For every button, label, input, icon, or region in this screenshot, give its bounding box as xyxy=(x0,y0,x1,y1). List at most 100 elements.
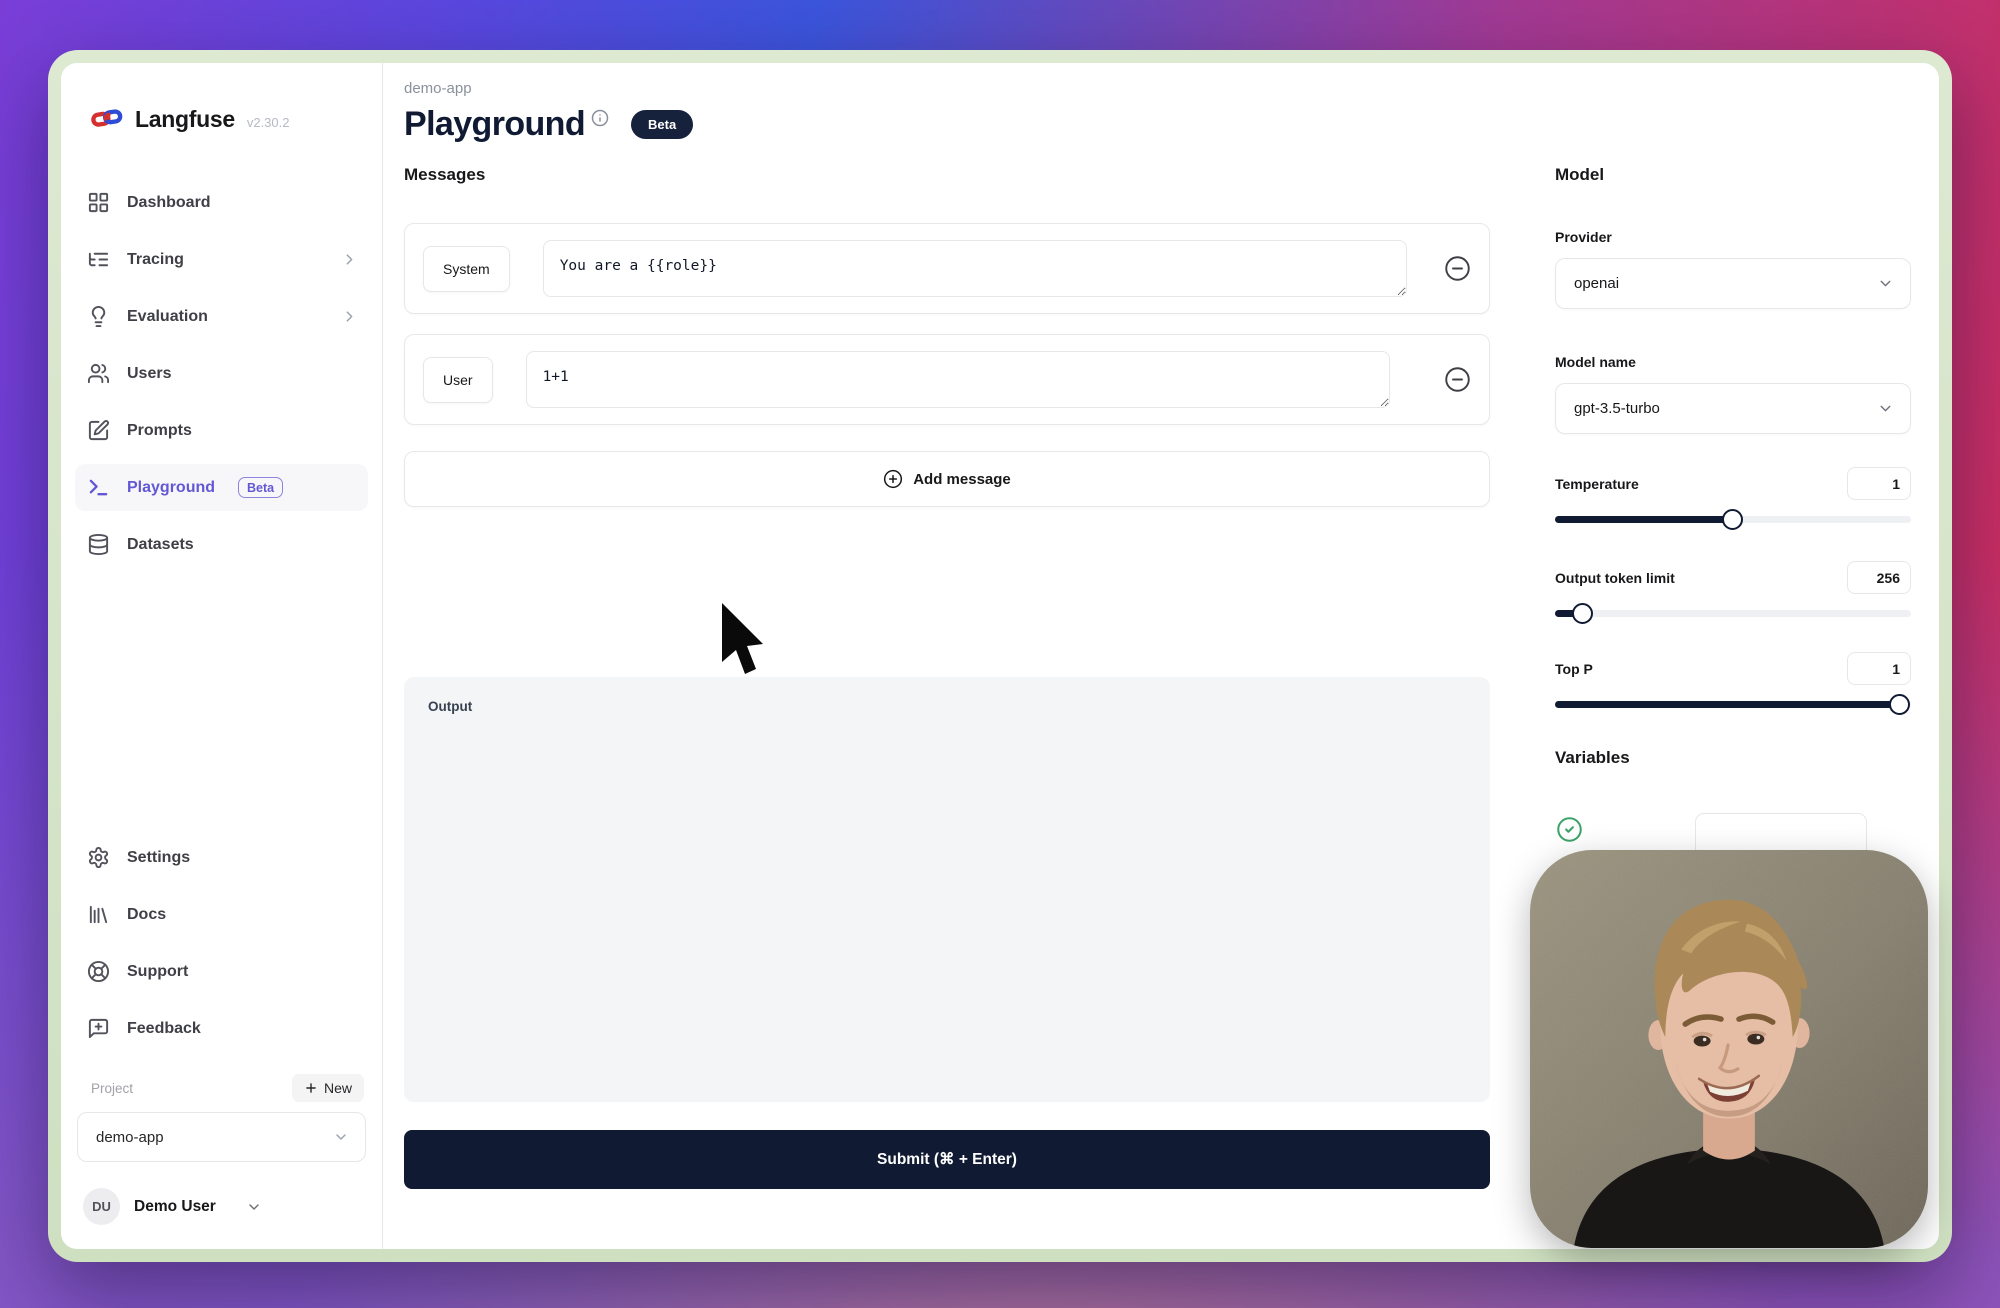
breadcrumb[interactable]: demo-app xyxy=(404,80,1911,97)
webcam-overlay xyxy=(1530,850,1928,1248)
sidebar-item-users[interactable]: Users xyxy=(75,350,368,397)
top-p-row: Top P xyxy=(1555,652,1911,685)
remove-message-button[interactable] xyxy=(1444,366,1471,393)
provider-select[interactable]: openai xyxy=(1555,258,1911,309)
temperature-row: Temperature xyxy=(1555,467,1911,500)
sidebar-item-label: Playground xyxy=(127,479,215,497)
provider-value: openai xyxy=(1574,275,1619,292)
top-p-label: Top P xyxy=(1555,661,1593,677)
sidebar-item-label: Dashboard xyxy=(127,194,211,212)
slider-fill xyxy=(1555,516,1733,523)
users-icon xyxy=(87,362,110,385)
sidebar-item-label: Tracing xyxy=(127,251,184,269)
sidebar-footer-nav: Settings Docs Support Feedback xyxy=(75,834,368,1052)
messages-heading: Messages xyxy=(404,165,1490,185)
project-selected-value: demo-app xyxy=(96,1129,164,1146)
minus-circle-icon xyxy=(1444,255,1471,282)
project-row: Project New xyxy=(91,1074,364,1102)
minus-circle-icon xyxy=(1444,366,1471,393)
variables-heading: Variables xyxy=(1555,748,1911,768)
plus-icon xyxy=(304,1081,318,1095)
project-label: Project xyxy=(91,1081,133,1096)
avatar: DU xyxy=(83,1188,120,1225)
app-version: v2.30.2 xyxy=(247,115,290,130)
slider-thumb[interactable] xyxy=(1722,509,1743,530)
message-row-system: System You are a {{role}} xyxy=(404,223,1490,314)
sidebar-nav: Dashboard Tracing Evaluation User xyxy=(75,179,368,568)
sidebar-item-playground[interactable]: Playground Beta xyxy=(75,464,368,511)
playground-terminal-icon xyxy=(87,476,110,499)
slider-thumb[interactable] xyxy=(1889,694,1910,715)
sidebar-item-docs[interactable]: Docs xyxy=(75,891,368,938)
sidebar-item-feedback[interactable]: Feedback xyxy=(75,1005,368,1052)
user-name: Demo User xyxy=(134,1198,216,1216)
top-p-value-input[interactable] xyxy=(1847,652,1911,685)
submit-button[interactable]: Submit (⌘ + Enter) xyxy=(404,1130,1490,1189)
new-project-label: New xyxy=(324,1080,352,1096)
sidebar-item-label: Prompts xyxy=(127,422,192,440)
tracing-icon xyxy=(87,248,110,271)
sidebar-item-label: Support xyxy=(127,963,188,981)
output-token-limit-label: Output token limit xyxy=(1555,570,1675,586)
output-token-limit-slider[interactable] xyxy=(1555,603,1911,624)
datasets-icon xyxy=(87,533,110,556)
sidebar-item-label: Evaluation xyxy=(127,308,208,326)
gear-icon xyxy=(87,846,110,869)
chevron-right-icon xyxy=(341,308,358,325)
sidebar-item-dashboard[interactable]: Dashboard xyxy=(75,179,368,226)
sidebar-item-label: Users xyxy=(127,365,171,383)
output-label: Output xyxy=(428,699,1466,714)
sidebar-spacer xyxy=(75,568,368,834)
remove-message-button[interactable] xyxy=(1444,255,1471,282)
message-content-input[interactable]: You are a {{role}} xyxy=(543,240,1407,297)
role-button[interactable]: System xyxy=(423,246,510,292)
model-name-label: Model name xyxy=(1555,354,1911,370)
messages-column: Messages System You are a {{role}} User … xyxy=(404,165,1490,1189)
message-square-plus-icon xyxy=(87,1017,110,1040)
provider-label: Provider xyxy=(1555,229,1911,245)
chevron-down-icon xyxy=(1877,275,1894,292)
check-circle-icon xyxy=(1556,816,1583,843)
output-token-limit-value-input[interactable] xyxy=(1847,561,1911,594)
plus-circle-icon xyxy=(883,469,903,489)
sidebar-item-prompts[interactable]: Prompts xyxy=(75,407,368,454)
message-content-input[interactable]: 1+1 xyxy=(526,351,1390,408)
temperature-value-input[interactable] xyxy=(1847,467,1911,500)
output-panel: Output xyxy=(404,677,1490,1102)
role-button[interactable]: User xyxy=(423,357,493,403)
sidebar-item-datasets[interactable]: Datasets xyxy=(75,521,368,568)
slider-fill xyxy=(1555,701,1900,708)
add-message-button[interactable]: Add message xyxy=(404,451,1490,507)
sidebar-item-label: Datasets xyxy=(127,536,194,554)
output-token-limit-row: Output token limit xyxy=(1555,561,1911,594)
new-project-button[interactable]: New xyxy=(292,1074,364,1102)
beta-badge-outline: Beta xyxy=(238,477,283,498)
temperature-slider[interactable] xyxy=(1555,509,1911,530)
project-select[interactable]: demo-app xyxy=(77,1112,366,1162)
sidebar-item-label: Settings xyxy=(127,849,190,867)
info-icon[interactable] xyxy=(591,109,609,127)
sidebar-item-support[interactable]: Support xyxy=(75,948,368,995)
user-menu[interactable]: DU Demo User xyxy=(83,1188,368,1225)
langfuse-logo-icon xyxy=(91,107,123,131)
page-title: Playground xyxy=(404,105,585,144)
presenter-video xyxy=(1530,850,1928,1248)
beta-badge: Beta xyxy=(631,110,693,139)
sidebar-item-label: Feedback xyxy=(127,1020,201,1038)
chevron-down-icon xyxy=(333,1129,349,1145)
screen-background: Langfuse v2.30.2 Dashboard Tracing xyxy=(0,0,2000,1308)
sidebar: Langfuse v2.30.2 Dashboard Tracing xyxy=(61,63,383,1249)
sidebar-item-tracing[interactable]: Tracing xyxy=(75,236,368,283)
sidebar-item-settings[interactable]: Settings xyxy=(75,834,368,881)
prompts-icon xyxy=(87,419,110,442)
model-name-select[interactable]: gpt-3.5-turbo xyxy=(1555,383,1911,434)
slider-track xyxy=(1555,610,1911,617)
chevron-down-icon xyxy=(246,1199,262,1215)
dashboard-icon xyxy=(87,191,110,214)
slider-thumb[interactable] xyxy=(1572,603,1593,624)
brand-row: Langfuse v2.30.2 xyxy=(91,103,368,133)
chevron-down-icon xyxy=(1877,400,1894,417)
top-p-slider[interactable] xyxy=(1555,694,1911,715)
sidebar-item-evaluation[interactable]: Evaluation xyxy=(75,293,368,340)
model-name-value: gpt-3.5-turbo xyxy=(1574,400,1660,417)
